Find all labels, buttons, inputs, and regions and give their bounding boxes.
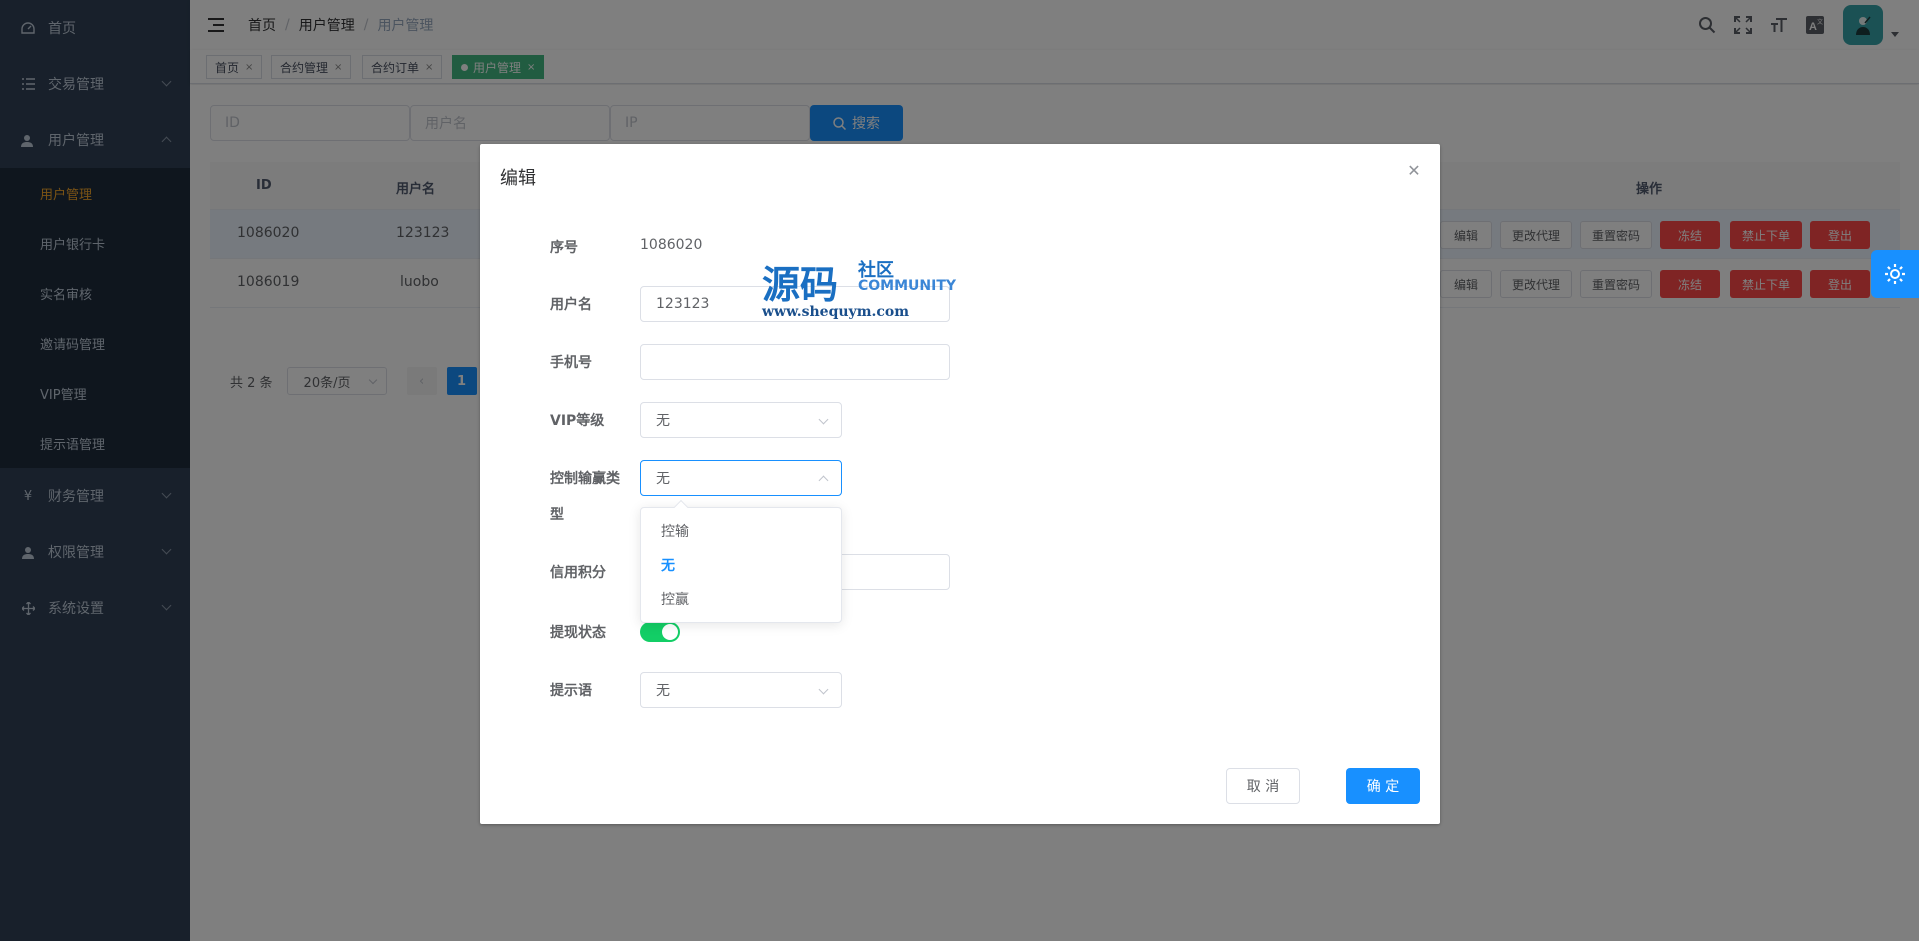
watermark-url: www.shequym.com bbox=[762, 304, 910, 320]
seq-label: 序号 bbox=[550, 240, 578, 256]
credit-label: 信用积分 bbox=[550, 565, 606, 581]
prompt-select[interactable]: 无 bbox=[640, 672, 842, 708]
chevron-down-icon bbox=[818, 684, 829, 695]
vip-select-value: 无 bbox=[656, 413, 670, 429]
dropdown-option-win[interactable]: 控赢 bbox=[641, 582, 841, 616]
control-label-wrap: 型 bbox=[550, 507, 564, 523]
vip-label: VIP等级 bbox=[550, 413, 605, 429]
prompt-select-value: 无 bbox=[656, 683, 670, 699]
control-label: 控制输赢类 bbox=[550, 471, 620, 487]
chevron-down-icon bbox=[818, 414, 829, 425]
phone-label: 手机号 bbox=[550, 355, 592, 371]
watermark-en-text: COMMUNITY bbox=[858, 278, 957, 294]
dropdown-arrow bbox=[673, 499, 689, 515]
settings-panel-toggle[interactable] bbox=[1871, 250, 1919, 298]
control-select-value: 无 bbox=[656, 471, 670, 487]
dropdown-option-none[interactable]: 无 bbox=[641, 548, 841, 582]
username-label: 用户名 bbox=[550, 297, 592, 313]
confirm-button[interactable]: 确 定 bbox=[1346, 768, 1420, 804]
phone-field[interactable] bbox=[640, 344, 950, 380]
withdraw-label: 提现状态 bbox=[550, 625, 606, 641]
watermark-big-text: 源码 bbox=[762, 262, 839, 307]
prompt-label: 提示语 bbox=[550, 683, 592, 699]
withdraw-switch[interactable] bbox=[640, 622, 680, 642]
cancel-button[interactable]: 取 消 bbox=[1226, 768, 1300, 804]
dialog-title: 编辑 bbox=[500, 168, 536, 189]
edit-dialog: 编辑 ✕ 序号 1086020 用户名 123123 手机号 VIP等级 无 控… bbox=[480, 144, 1440, 824]
close-icon[interactable]: ✕ bbox=[1406, 161, 1422, 180]
dropdown-option-lose[interactable]: 控输 bbox=[641, 514, 841, 548]
switch-knob bbox=[662, 624, 678, 640]
control-select-dropdown: 控输 无 控赢 bbox=[640, 499, 842, 623]
gear-icon bbox=[1883, 262, 1907, 286]
seq-value: 1086020 bbox=[640, 237, 703, 253]
watermark-logo: 源码 社区 COMMUNITY www.shequym.com bbox=[762, 254, 956, 324]
control-select[interactable]: 无 bbox=[640, 460, 842, 496]
vip-select[interactable]: 无 bbox=[640, 402, 842, 438]
chevron-up-icon bbox=[818, 475, 829, 486]
